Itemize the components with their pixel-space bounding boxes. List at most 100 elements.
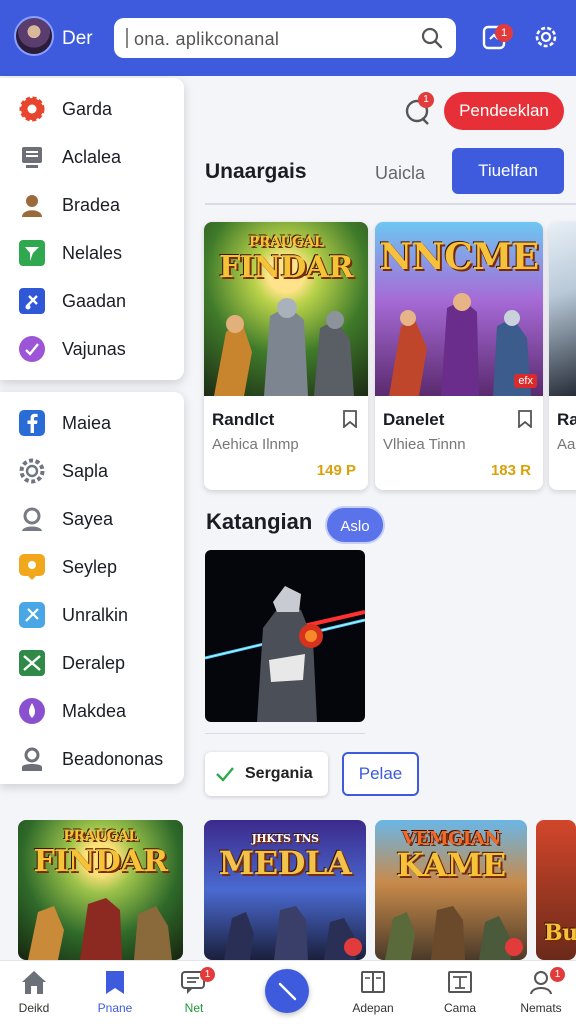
game-thumbnail: NNCME efx: [375, 222, 543, 396]
nav-deikd[interactable]: Deikd: [2, 961, 66, 1024]
nav-label: Cama: [443, 1001, 476, 1015]
menu-label: Makdea: [62, 701, 127, 721]
menu-item-deralep[interactable]: Deralep: [0, 642, 184, 682]
top-app-bar: Der ona. aplikconanal 1: [0, 0, 576, 76]
primary-action-button[interactable]: Pendeeklan: [444, 92, 564, 130]
cog-icon: [19, 458, 45, 484]
menu-label: Sapla: [62, 461, 109, 481]
gallery-icon: [448, 971, 472, 993]
tab-tiuelfan[interactable]: Tiuelfan: [452, 148, 564, 194]
tab-uaicla[interactable]: Uaicla: [375, 163, 425, 184]
flag-icon: [19, 240, 45, 266]
art-title: NNCME: [379, 236, 539, 278]
nav-cama[interactable]: Cama: [428, 961, 492, 1024]
game-tile[interactable]: Bu: [536, 820, 576, 960]
facebook-icon: [19, 410, 45, 436]
nav-badge: 1: [200, 967, 215, 982]
card-subtitle: Aehica Ilnmp: [212, 436, 299, 453]
avatar[interactable]: [14, 16, 54, 56]
chip-label: Sergania: [245, 765, 313, 782]
filter-chip-pelae[interactable]: Pelae: [342, 752, 419, 796]
settings-icon[interactable]: [531, 22, 561, 52]
search-icon[interactable]: [420, 26, 444, 50]
filter-chip-sergania[interactable]: Sergania: [205, 752, 328, 796]
game-thumbnail: [549, 222, 576, 396]
compose-button[interactable]: [265, 969, 309, 1013]
nav-label: Net: [184, 1001, 204, 1015]
art-title: KAME: [396, 846, 506, 884]
menu-label: Gaadan: [62, 291, 127, 311]
tile-art: [224, 906, 356, 960]
card-title: Danelet: [383, 410, 445, 429]
search-input[interactable]: ona. aplikconanal: [114, 18, 456, 58]
menu-item-nelales[interactable]: Nelales: [0, 232, 184, 272]
menu-item-aclalea[interactable]: Aclalea: [0, 136, 184, 176]
menu-item-bradea[interactable]: Bradea: [0, 184, 184, 224]
menu-label: Beadononas: [62, 749, 164, 769]
drop-icon: [19, 698, 45, 724]
card-price: 149 P: [316, 462, 356, 479]
book-icon: [361, 971, 385, 993]
menu-label: Nelales: [62, 243, 123, 263]
menu-label: Aclalea: [62, 147, 122, 167]
game-art: [214, 298, 354, 396]
section-title: Katangian: [206, 509, 313, 534]
menu-item-makdea[interactable]: Makdea: [0, 690, 184, 730]
game-tile[interactable]: JHKTS TNS MEDLA: [204, 820, 366, 960]
nav-adepan[interactable]: Adepan: [341, 961, 405, 1024]
nav-pnane[interactable]: Pnane: [83, 961, 147, 1024]
search-placeholder: ona. aplikconanal: [134, 29, 280, 49]
side-menu-primary: Garda Aclalea Bradea Nelales Gaadan Vaju…: [0, 78, 184, 380]
game-tile[interactable]: VEMGIAN KAME: [375, 820, 527, 960]
bookmark-icon: [106, 971, 124, 994]
menu-item-maiea[interactable]: Maiea: [0, 402, 184, 442]
featured-game-thumbnail[interactable]: [205, 550, 365, 722]
menu-label: Seylep: [62, 557, 118, 577]
tile-art: [28, 898, 172, 960]
feature-divider: [205, 733, 365, 734]
tile-art: [385, 906, 511, 960]
menu-item-unralkin[interactable]: Unralkin: [0, 594, 184, 634]
menu-item-sapla[interactable]: Sapla: [0, 450, 184, 490]
game-tile[interactable]: PRAUGAL FINDAR: [18, 820, 183, 960]
pin-badge-icon: [505, 938, 523, 956]
card-title: Ra: [557, 410, 576, 429]
vote-icon: [19, 336, 45, 362]
compass-icon: [19, 602, 45, 628]
game-card[interactable]: PRAUGAL FINDAR Randlct Aehica Ilnmp 149 …: [204, 222, 368, 490]
section-pill[interactable]: Aslo: [325, 506, 385, 544]
section-divider: [205, 203, 576, 205]
game-card[interactable]: NNCME efx Danelet Vlhiea Tinnn 183 R: [375, 222, 543, 490]
nav-net[interactable]: 1 Net: [162, 961, 226, 1024]
menu-item-beadononas[interactable]: Beadononas: [0, 738, 184, 778]
nav-label: Pnane: [97, 1001, 133, 1015]
art-title: MEDLA: [218, 844, 352, 882]
pin-icon: [19, 554, 45, 580]
bookmark-icon[interactable]: [517, 410, 533, 428]
game-thumbnail: PRAUGAL FINDAR: [204, 222, 368, 396]
card-price: 183 R: [490, 462, 531, 479]
check-icon: [216, 767, 234, 782]
menu-label: Unralkin: [62, 605, 129, 625]
bookmark-icon[interactable]: [342, 410, 358, 428]
menu-item-gaadan[interactable]: Gaadan: [0, 280, 184, 320]
menu-label: Sayea: [62, 509, 114, 529]
user-icon: [22, 195, 42, 217]
compose-icon: [278, 982, 297, 1001]
card-subtitle: Vlhiea Tinnn: [383, 436, 466, 453]
menu-item-sayea[interactable]: Sayea: [0, 498, 184, 538]
nav-label: Adepan: [352, 1001, 394, 1015]
person-outline-icon: [22, 747, 42, 771]
menu-item-garda[interactable]: Garda: [0, 88, 184, 128]
corner-tag: efx: [514, 374, 537, 388]
nav-nemats[interactable]: 1 Nemats: [509, 961, 573, 1024]
notification-button[interactable]: 1: [404, 92, 434, 126]
art-title: FINDAR: [33, 844, 168, 879]
menu-label: Garda: [62, 99, 113, 119]
menu-item-seylep[interactable]: Seylep: [0, 546, 184, 586]
username: Der: [62, 28, 93, 49]
game-card[interactable]: Ra Aa: [549, 222, 576, 490]
pin-badge-icon: [344, 938, 362, 956]
menu-item-vajunas[interactable]: Vajunas: [0, 328, 184, 368]
notification-badge: 1: [418, 92, 434, 108]
